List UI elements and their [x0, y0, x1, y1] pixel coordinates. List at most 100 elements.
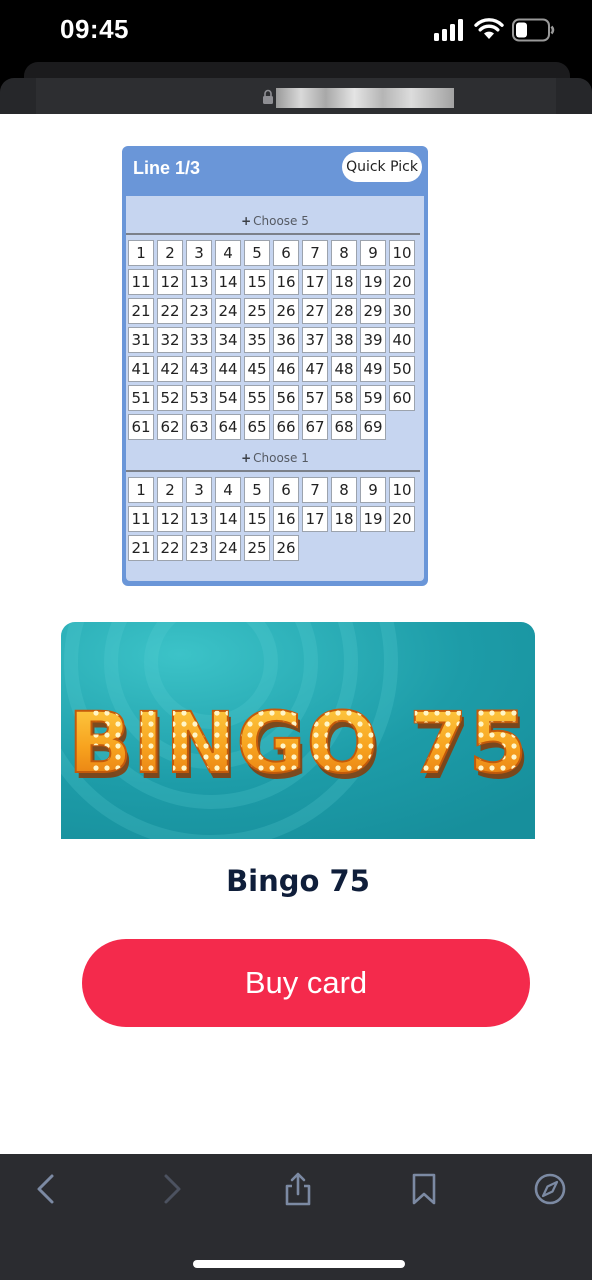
main-number-29[interactable]: 29 — [360, 298, 386, 324]
main-number-33[interactable]: 33 — [186, 327, 212, 353]
bonus-number-2[interactable]: 2 — [157, 477, 183, 503]
main-number-46[interactable]: 46 — [273, 356, 299, 382]
main-number-42[interactable]: 42 — [157, 356, 183, 382]
main-number-67[interactable]: 67 — [302, 414, 328, 440]
main-number-22[interactable]: 22 — [157, 298, 183, 324]
forward-icon[interactable] — [156, 1172, 188, 1206]
main-number-64[interactable]: 64 — [215, 414, 241, 440]
bonus-number-9[interactable]: 9 — [360, 477, 386, 503]
main-number-41[interactable]: 41 — [128, 356, 154, 382]
main-number-26[interactable]: 26 — [273, 298, 299, 324]
main-number-15[interactable]: 15 — [244, 269, 270, 295]
main-number-40[interactable]: 40 — [389, 327, 415, 353]
bonus-number-17[interactable]: 17 — [302, 506, 328, 532]
main-number-43[interactable]: 43 — [186, 356, 212, 382]
main-number-8[interactable]: 8 — [331, 240, 357, 266]
back-icon[interactable] — [30, 1172, 62, 1206]
main-number-1[interactable]: 1 — [128, 240, 154, 266]
main-number-36[interactable]: 36 — [273, 327, 299, 353]
main-number-2[interactable]: 2 — [157, 240, 183, 266]
main-number-54[interactable]: 54 — [215, 385, 241, 411]
main-number-56[interactable]: 56 — [273, 385, 299, 411]
main-number-53[interactable]: 53 — [186, 385, 212, 411]
main-number-35[interactable]: 35 — [244, 327, 270, 353]
main-number-9[interactable]: 9 — [360, 240, 386, 266]
main-number-19[interactable]: 19 — [360, 269, 386, 295]
main-number-24[interactable]: 24 — [215, 298, 241, 324]
main-number-63[interactable]: 63 — [186, 414, 212, 440]
main-number-20[interactable]: 20 — [389, 269, 415, 295]
main-number-30[interactable]: 30 — [389, 298, 415, 324]
main-number-12[interactable]: 12 — [157, 269, 183, 295]
main-number-38[interactable]: 38 — [331, 327, 357, 353]
bonus-number-8[interactable]: 8 — [331, 477, 357, 503]
main-number-14[interactable]: 14 — [215, 269, 241, 295]
main-number-60[interactable]: 60 — [389, 385, 415, 411]
main-number-16[interactable]: 16 — [273, 269, 299, 295]
main-number-11[interactable]: 11 — [128, 269, 154, 295]
url-field[interactable] — [276, 88, 454, 108]
bonus-number-15[interactable]: 15 — [244, 506, 270, 532]
main-number-45[interactable]: 45 — [244, 356, 270, 382]
main-number-51[interactable]: 51 — [128, 385, 154, 411]
main-number-65[interactable]: 65 — [244, 414, 270, 440]
bonus-number-12[interactable]: 12 — [157, 506, 183, 532]
bonus-number-11[interactable]: 11 — [128, 506, 154, 532]
main-number-18[interactable]: 18 — [331, 269, 357, 295]
main-number-21[interactable]: 21 — [128, 298, 154, 324]
main-number-49[interactable]: 49 — [360, 356, 386, 382]
main-number-69[interactable]: 69 — [360, 414, 386, 440]
main-number-10[interactable]: 10 — [389, 240, 415, 266]
main-number-27[interactable]: 27 — [302, 298, 328, 324]
bonus-number-18[interactable]: 18 — [331, 506, 357, 532]
bonus-number-10[interactable]: 10 — [389, 477, 415, 503]
main-number-31[interactable]: 31 — [128, 327, 154, 353]
main-number-25[interactable]: 25 — [244, 298, 270, 324]
bonus-number-25[interactable]: 25 — [244, 535, 270, 561]
bonus-number-22[interactable]: 22 — [157, 535, 183, 561]
bonus-number-24[interactable]: 24 — [215, 535, 241, 561]
main-number-37[interactable]: 37 — [302, 327, 328, 353]
main-number-66[interactable]: 66 — [273, 414, 299, 440]
bonus-number-21[interactable]: 21 — [128, 535, 154, 561]
main-number-59[interactable]: 59 — [360, 385, 386, 411]
main-number-62[interactable]: 62 — [157, 414, 183, 440]
bonus-number-3[interactable]: 3 — [186, 477, 212, 503]
main-number-23[interactable]: 23 — [186, 298, 212, 324]
main-number-44[interactable]: 44 — [215, 356, 241, 382]
bonus-number-1[interactable]: 1 — [128, 477, 154, 503]
main-number-55[interactable]: 55 — [244, 385, 270, 411]
buy-card-button[interactable]: Buy card — [82, 939, 530, 1027]
main-number-68[interactable]: 68 — [331, 414, 357, 440]
main-number-32[interactable]: 32 — [157, 327, 183, 353]
main-number-17[interactable]: 17 — [302, 269, 328, 295]
main-number-52[interactable]: 52 — [157, 385, 183, 411]
bonus-number-13[interactable]: 13 — [186, 506, 212, 532]
main-number-4[interactable]: 4 — [215, 240, 241, 266]
main-number-58[interactable]: 58 — [331, 385, 357, 411]
main-number-6[interactable]: 6 — [273, 240, 299, 266]
compass-icon[interactable] — [534, 1172, 566, 1206]
share-icon[interactable] — [282, 1172, 314, 1206]
bonus-number-26[interactable]: 26 — [273, 535, 299, 561]
main-number-7[interactable]: 7 — [302, 240, 328, 266]
bonus-number-4[interactable]: 4 — [215, 477, 241, 503]
main-number-57[interactable]: 57 — [302, 385, 328, 411]
main-number-28[interactable]: 28 — [331, 298, 357, 324]
quick-pick-button[interactable]: Quick Pick — [342, 152, 422, 182]
main-number-39[interactable]: 39 — [360, 327, 386, 353]
bonus-number-23[interactable]: 23 — [186, 535, 212, 561]
bonus-number-14[interactable]: 14 — [215, 506, 241, 532]
main-number-34[interactable]: 34 — [215, 327, 241, 353]
main-number-3[interactable]: 3 — [186, 240, 212, 266]
bookmarks-icon[interactable] — [408, 1172, 440, 1206]
main-number-61[interactable]: 61 — [128, 414, 154, 440]
bonus-number-5[interactable]: 5 — [244, 477, 270, 503]
main-number-13[interactable]: 13 — [186, 269, 212, 295]
bonus-number-6[interactable]: 6 — [273, 477, 299, 503]
main-number-50[interactable]: 50 — [389, 356, 415, 382]
bonus-number-20[interactable]: 20 — [389, 506, 415, 532]
main-number-47[interactable]: 47 — [302, 356, 328, 382]
bonus-number-16[interactable]: 16 — [273, 506, 299, 532]
main-number-5[interactable]: 5 — [244, 240, 270, 266]
